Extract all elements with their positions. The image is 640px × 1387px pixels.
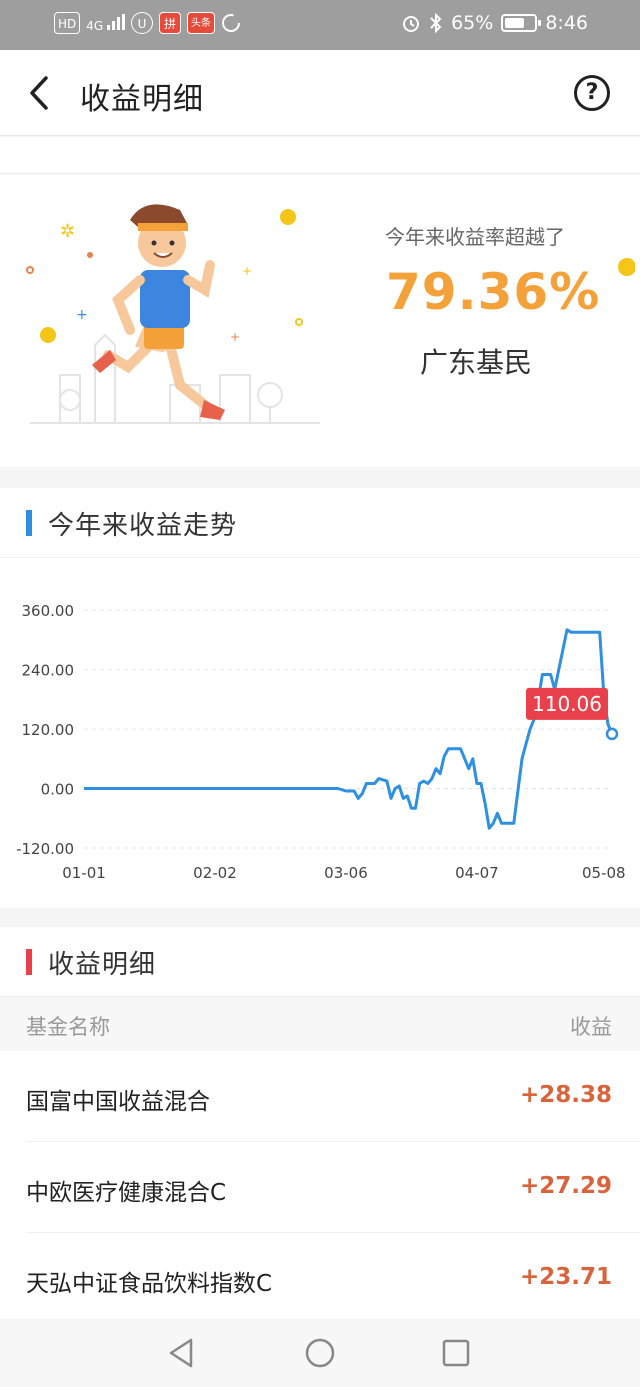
clock: 8:46: [545, 12, 588, 34]
x-tick-label: 05-08: [582, 864, 626, 882]
nav-recents-icon[interactable]: [438, 1335, 474, 1371]
x-tick-label: 01-01: [62, 864, 106, 882]
status-bar: HD 4G U 拼 头条 65% 8:46: [0, 0, 640, 50]
network-type: 4G: [86, 18, 104, 33]
fund-income: +28.38: [519, 1082, 612, 1108]
series-end-point: [605, 727, 619, 741]
bluetooth-icon: [430, 13, 442, 33]
tooltip-value: 110.06: [532, 692, 602, 716]
x-tick-label: 04-07: [455, 864, 499, 882]
rank-region: 广东基民: [420, 346, 533, 379]
y-tick-label: 0.00: [41, 781, 74, 799]
svg-text:+: +: [230, 330, 240, 344]
app-icon: U: [131, 12, 154, 34]
fund-name: 国富中国收益混合: [26, 1089, 210, 1115]
table-header: 基金名称 收益: [0, 997, 640, 1051]
fund-name: 天弘中证食品饮料指数C: [26, 1271, 273, 1297]
fund-income: +23.71: [519, 1264, 612, 1290]
income-list: 国富中国收益混合 +28.38 中欧医疗健康混合C +27.29 天弘中证食品饮…: [0, 1051, 640, 1324]
page-title: 收益明细: [80, 82, 204, 117]
trend-card: 今年来收益走势 360.00 240.00 120.00 0.00 -120.00 01-…: [0, 488, 640, 908]
svg-text:✲: ✲: [60, 221, 75, 242]
table-row[interactable]: 天弘中证食品饮料指数C +23.71: [0, 1233, 640, 1324]
status-left-icons: HD 4G U 拼 头条: [54, 12, 241, 34]
income-card: 收益明细 基金名称 收益 国富中国收益混合 +28.38 中欧医疗健康混合C +…: [0, 927, 640, 1319]
system-navbar: [0, 1319, 640, 1387]
rank-label: 今年来收益率超越了: [385, 225, 565, 249]
loading-icon: [222, 14, 241, 32]
nav-home-icon[interactable]: [302, 1335, 338, 1371]
alarm-icon: [403, 16, 420, 32]
income-accent-bar: [26, 949, 32, 975]
y-tick-label: 240.00: [22, 662, 75, 680]
runner-illustration: ✲ + + +: [26, 204, 320, 424]
column-income: 收益: [570, 1015, 612, 1039]
column-fund-name: 基金名称: [26, 1015, 110, 1039]
rank-card: ✲ + + + 今年来收益率超越了 79.36% 广东基民: [0, 175, 640, 467]
rank-percent: 79.36%: [386, 263, 601, 321]
chevron-left-icon: [30, 76, 48, 110]
battery-icon: [501, 14, 542, 32]
back-button[interactable]: [20, 70, 60, 116]
y-tick-label: -120.00: [16, 840, 74, 858]
hd-icon: HD: [54, 12, 81, 34]
table-row[interactable]: 中欧医疗健康混合C +27.29: [0, 1142, 640, 1233]
trend-chart[interactable]: 360.00 240.00 120.00 0.00 -120.00 01-01 02-02 0…: [0, 558, 640, 908]
status-right-icons: 65% 8:46: [401, 12, 588, 34]
question-circle-icon: ?: [585, 80, 599, 105]
toutiao-icon: 头条: [187, 12, 216, 34]
income-title: 收益明细: [48, 950, 157, 980]
income-section-header: 收益明细: [0, 927, 640, 997]
svg-text:+: +: [242, 264, 252, 278]
battery-level: [505, 18, 524, 28]
pinduoduo-icon: 拼: [159, 12, 182, 34]
fund-income: +27.29: [519, 1173, 612, 1199]
x-tick-label: 02-02: [193, 864, 237, 882]
help-button[interactable]: ?: [574, 75, 610, 111]
fund-name: 中欧医疗健康混合C: [26, 1180, 227, 1206]
y-tick-label: 120.00: [22, 721, 75, 739]
header: 收益明细 ?: [0, 50, 640, 136]
trend-accent-bar: [26, 510, 32, 536]
nav-back-icon[interactable]: [165, 1335, 201, 1371]
trend-section-header: 今年来收益走势: [0, 488, 640, 558]
trend-title: 今年来收益走势: [48, 511, 238, 541]
svg-text:+: +: [76, 307, 88, 323]
signal-icon: 4G: [86, 13, 126, 33]
battery-percent: 65%: [451, 12, 494, 34]
coin-icon: [618, 258, 635, 276]
y-tick-label: 360.00: [22, 602, 75, 620]
spacer-strip: [0, 137, 640, 174]
table-row[interactable]: 国富中国收益混合 +28.38: [0, 1051, 640, 1142]
x-tick-label: 03-06: [324, 864, 368, 882]
signal-bars-icon: [107, 13, 126, 30]
